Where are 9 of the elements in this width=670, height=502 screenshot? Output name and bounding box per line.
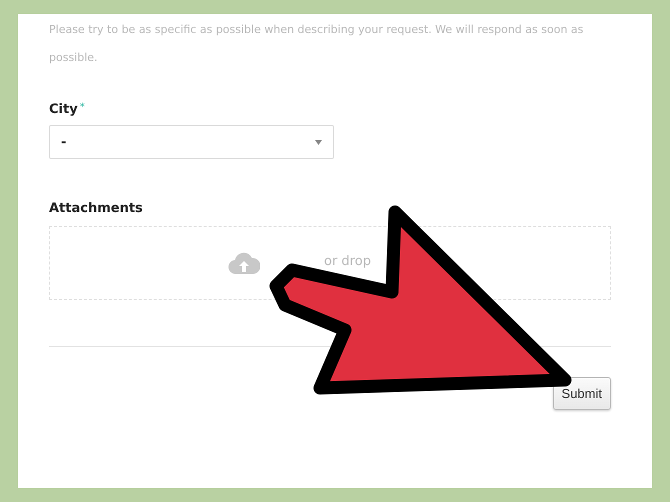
cloud-upload-icon [228,252,260,274]
form-description: Please try to be as specific as possible when describing your request. We will respond as soon as possible. [49,22,584,66]
caret-icon [315,140,322,144]
field-label: Attachments [49,201,144,216]
drop-hint: or drop [324,254,371,268]
required-marker: * [80,102,85,113]
city-dropdown[interactable]: - [49,125,334,159]
field-label: City [49,102,78,117]
submit-button[interactable]: Submit [552,377,611,410]
